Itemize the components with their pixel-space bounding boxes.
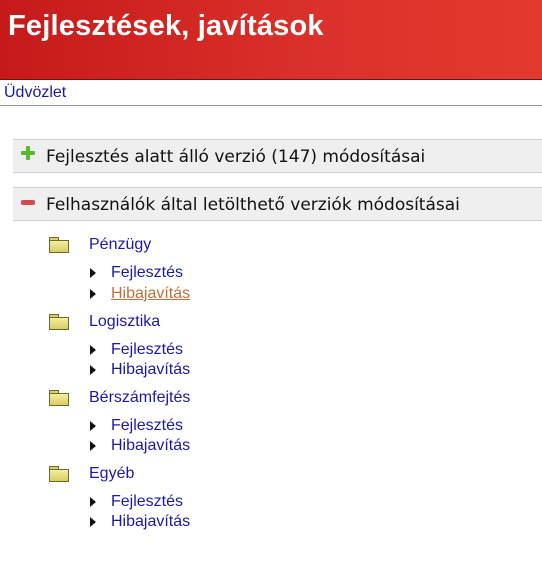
penzugy-hibajavitas-link[interactable]: Hibajavítás xyxy=(111,285,190,303)
egyeb-fejlesztes-link[interactable]: Fejlesztés xyxy=(111,493,183,511)
section-dev-version[interactable]: Fejlesztés alatt álló verzió (147) módos… xyxy=(13,139,542,173)
arrow-right-icon xyxy=(90,365,96,375)
egyeb-hibajavitas-link[interactable]: Hibajavítás xyxy=(111,513,190,531)
arrow-right-icon xyxy=(90,268,96,278)
folder-icon xyxy=(49,466,69,482)
plus-icon xyxy=(21,146,35,160)
logisztika-hibajavitas-link[interactable]: Hibajavítás xyxy=(111,361,190,379)
category-berszamfejtes-label[interactable]: Bérszámfejtés xyxy=(89,389,190,407)
folder-icon xyxy=(49,314,69,330)
page-title: Fejlesztések, javítások xyxy=(8,10,324,42)
arrow-right-icon xyxy=(90,517,96,527)
penzugy-fejlesztes-link[interactable]: Fejlesztés xyxy=(111,264,183,282)
breadcrumb-home-link[interactable]: Üdvözlet xyxy=(4,84,66,102)
page-header: Fejlesztések, javítások xyxy=(0,0,542,80)
category-penzugy-label[interactable]: Pénzügy xyxy=(89,236,151,254)
arrow-right-icon xyxy=(90,345,96,355)
folder-icon xyxy=(49,390,69,406)
section-downloadable-versions-label: Felhasználók által letölthető verziók mó… xyxy=(46,195,460,215)
berszamfejtes-fejlesztes-link[interactable]: Fejlesztés xyxy=(111,417,183,435)
arrow-right-icon xyxy=(90,497,96,507)
category-egyeb-label[interactable]: Egyéb xyxy=(89,465,134,483)
arrow-right-icon xyxy=(90,289,96,299)
logisztika-fejlesztes-link[interactable]: Fejlesztés xyxy=(111,341,183,359)
category-logisztika-label[interactable]: Logisztika xyxy=(89,313,160,331)
arrow-right-icon xyxy=(90,421,96,431)
section-dev-version-label: Fejlesztés alatt álló verzió (147) módos… xyxy=(46,147,426,167)
header-divider xyxy=(0,105,542,106)
arrow-right-icon xyxy=(90,441,96,451)
minus-icon xyxy=(21,200,35,205)
section-downloadable-versions[interactable]: Felhasználók által letölthető verziók mó… xyxy=(13,187,542,221)
berszamfejtes-hibajavitas-link[interactable]: Hibajavítás xyxy=(111,437,190,455)
folder-icon xyxy=(49,237,69,253)
